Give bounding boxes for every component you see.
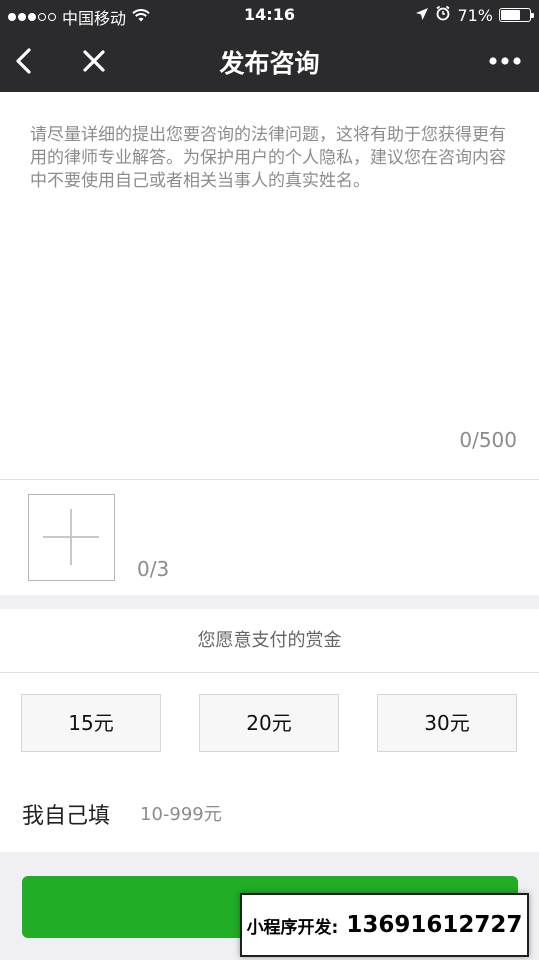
section-separator (0, 595, 539, 609)
custom-reward-label: 我自己填 (22, 804, 111, 829)
plus-icon (43, 509, 99, 565)
battery-percent: 71% (457, 5, 493, 25)
custom-reward-row: 我自己填 (0, 770, 539, 852)
char-count: 0/500 (459, 428, 517, 452)
nav-bar: 发布咨询 (0, 30, 539, 92)
custom-reward-input[interactable] (140, 800, 400, 828)
reward-option-20[interactable]: 20元 (199, 694, 339, 752)
reward-option-30[interactable]: 30元 (377, 694, 517, 752)
watermark-label: 小程序开发: (246, 917, 339, 938)
developer-watermark: 小程序开发: 13691612727 (240, 893, 529, 957)
publish-consultation-screen: 中国移动 14:16 71% 发布咨询 请尽量详细的提出您要咨询的法律问题，这将… (0, 0, 539, 960)
reward-title: 您愿意支付的赏金 (197, 630, 342, 651)
consultation-content-area[interactable]: 请尽量详细的提出您要咨询的法律问题，这将有助于您获得更有用的律师专业解答。为保护… (0, 92, 539, 479)
status-bar: 中国移动 14:16 71% (0, 0, 539, 30)
alarm-icon (435, 5, 451, 25)
battery-icon (499, 8, 534, 22)
image-count: 0/3 (137, 557, 170, 581)
divider (0, 672, 539, 673)
more-dots-icon (489, 57, 521, 65)
reward-option-15[interactable]: 15元 (21, 694, 161, 752)
watermark-phone: 13691612727 (346, 912, 523, 938)
more-button[interactable] (485, 45, 525, 77)
consultation-textarea[interactable]: 请尽量详细的提出您要咨询的法律问题，这将有助于您获得更有用的律师专业解答。为保护… (30, 124, 510, 193)
add-image-button[interactable] (28, 494, 115, 581)
image-upload-row: 0/3 (0, 480, 539, 595)
status-right: 71% (415, 5, 534, 25)
location-icon (415, 6, 429, 25)
page-title: 发布咨询 (219, 49, 320, 78)
